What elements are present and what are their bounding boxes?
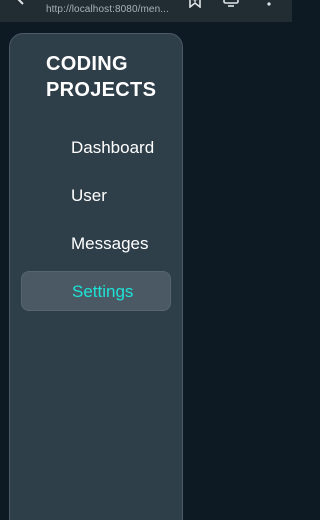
browser-address-bar: http://localhost:8080/men... (0, 0, 292, 22)
sidebar-item-messages[interactable]: Messages (21, 224, 171, 264)
sidebar-drawer: CODING PROJECTS Dashboard User Messages … (9, 33, 183, 520)
bookmark-icon[interactable] (188, 0, 202, 8)
sidebar-item-settings[interactable]: Settings (21, 271, 171, 311)
sidebar-item-dashboard[interactable]: Dashboard (21, 128, 171, 168)
sidebar-nav: Dashboard User Messages Settings (10, 34, 182, 520)
back-arrow-icon[interactable] (15, 0, 27, 5)
sidebar-item-label: User (71, 186, 107, 205)
sidebar-item-label: Dashboard (71, 138, 155, 157)
mirror-icon[interactable] (222, 0, 240, 8)
sidebar-item-label: Messages (71, 234, 149, 253)
sidebar-item-user[interactable]: User (21, 176, 171, 216)
app-screen: http://localhost:8080/men... CODING PROJ… (0, 0, 292, 520)
more-vert-icon[interactable] (266, 0, 272, 8)
url-text[interactable]: http://localhost:8080/men... (46, 4, 169, 15)
sidebar-item-label: Settings (72, 282, 134, 301)
